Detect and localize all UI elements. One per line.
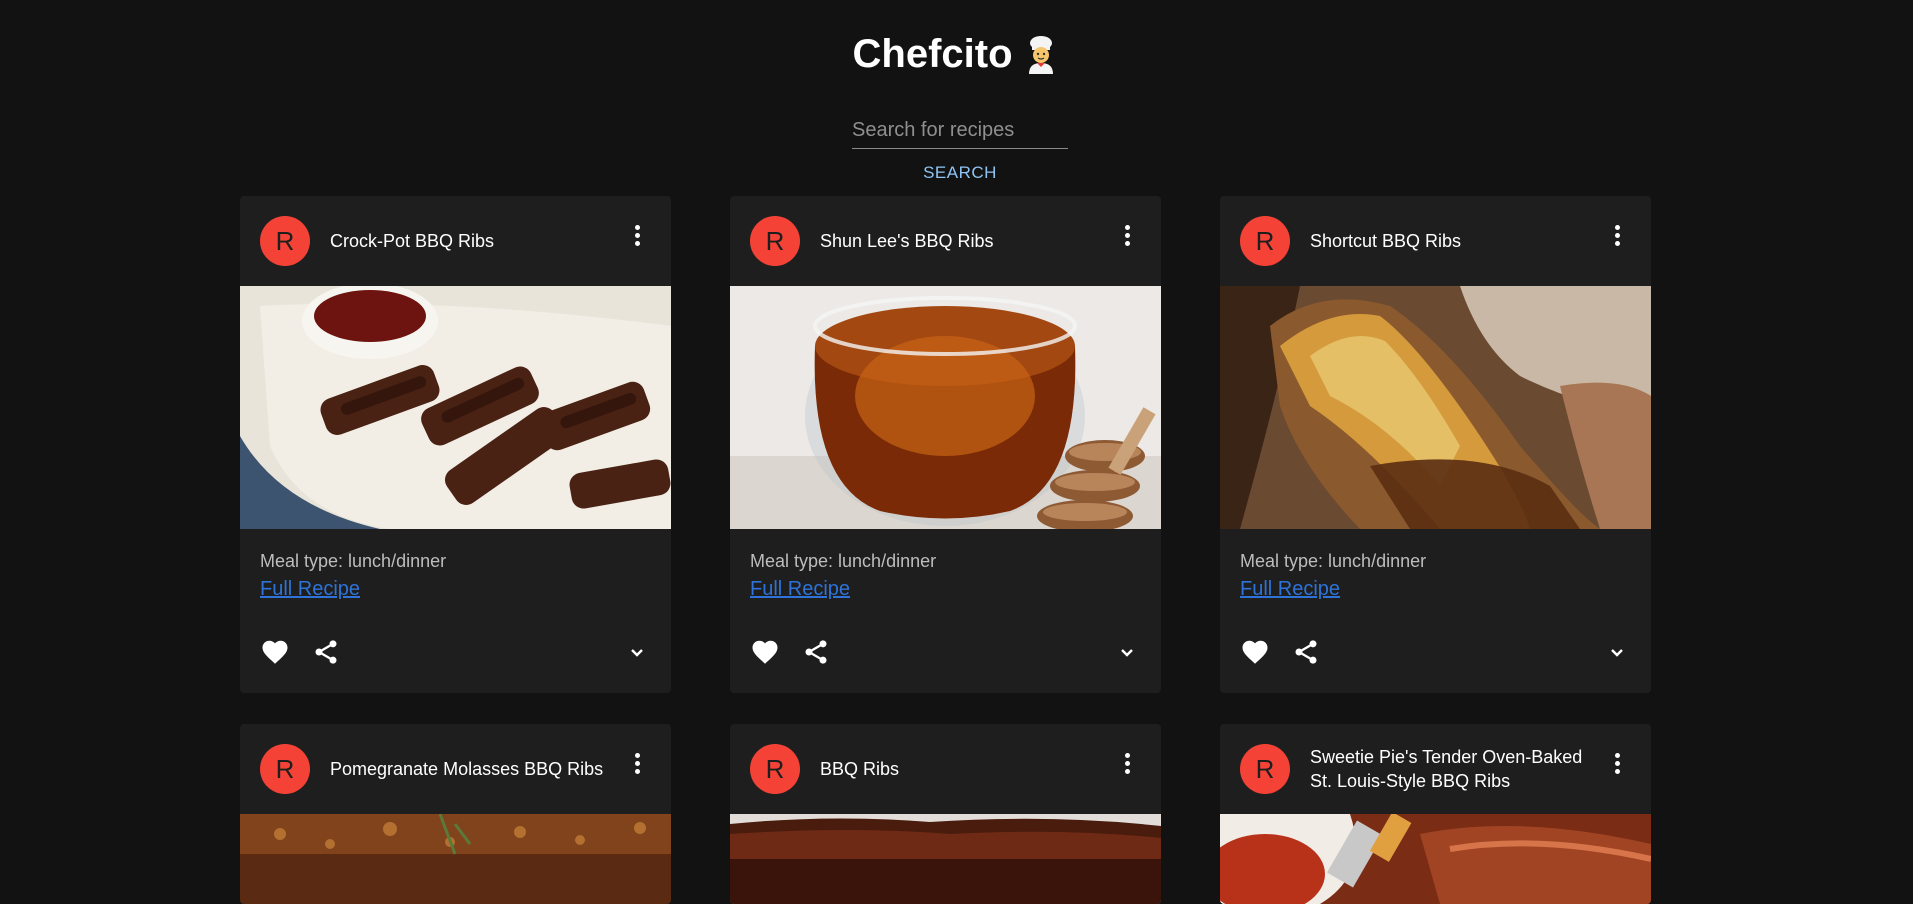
meal-type: Meal type: lunch/dinner (1240, 551, 1427, 571)
card-header: R Sweetie Pie's Tender Oven-Baked St. Lo… (1220, 724, 1651, 814)
recipe-image (730, 814, 1161, 904)
avatar: R (1240, 744, 1290, 794)
chevron-down-icon[interactable] (625, 641, 649, 665)
full-recipe-link[interactable]: Full Recipe (1240, 578, 1340, 601)
recipe-image (730, 286, 1161, 529)
card-content: Meal type: lunch/dinner Full Recipe (240, 529, 671, 692)
avatar: R (750, 744, 800, 794)
more-vert-icon[interactable] (1605, 220, 1629, 250)
more-vert-icon[interactable] (1605, 748, 1629, 778)
chevron-down-icon[interactable] (1115, 641, 1139, 665)
recipe-image (1220, 286, 1651, 529)
meal-type: Meal type: lunch/dinner (750, 551, 937, 571)
card-header: R BBQ Ribs (730, 724, 1161, 814)
meal-type: Meal type: lunch/dinner (260, 551, 447, 571)
recipe-card: R BBQ Ribs (730, 724, 1161, 904)
avatar: R (260, 216, 310, 266)
heart-icon[interactable] (1240, 637, 1270, 667)
card-header: R Shun Lee's BBQ Ribs (730, 196, 1161, 286)
card-title: Crock-Pot BBQ Ribs (330, 231, 495, 251)
recipe-image (1220, 814, 1651, 904)
search-input[interactable] (852, 113, 1068, 149)
more-vert-icon[interactable] (1115, 748, 1139, 778)
more-vert-icon[interactable] (625, 748, 649, 778)
app-title: Chefcito (852, 32, 1013, 76)
card-title: Pomegranate Molasses BBQ Ribs (330, 759, 604, 779)
card-content: Meal type: lunch/dinner Full Recipe (1220, 529, 1651, 692)
card-title: Shun Lee's BBQ Ribs (820, 231, 994, 251)
chef-emoji-icon (1028, 36, 1053, 74)
card-title: Shortcut BBQ Ribs (1310, 231, 1462, 251)
share-icon[interactable] (802, 637, 830, 667)
card-content: Meal type: lunch/dinner Full Recipe (730, 529, 1161, 692)
card-header: R Shortcut BBQ Ribs (1220, 196, 1651, 286)
recipe-card: R Crock-Pot BBQ Ribs Meal type: lunch/di… (240, 196, 671, 693)
full-recipe-link[interactable]: Full Recipe (750, 578, 850, 601)
chevron-down-icon[interactable] (1605, 641, 1629, 665)
title-row: Chefcito (0, 30, 1913, 78)
app-header: Chefcito (0, 0, 1913, 80)
more-vert-icon[interactable] (625, 220, 649, 250)
search-field (852, 113, 1068, 149)
full-recipe-link[interactable]: Full Recipe (260, 578, 360, 601)
search-button[interactable]: SEARCH (903, 160, 1017, 186)
avatar: R (750, 216, 800, 266)
card-title: Sweetie Pie's Tender Oven-Baked St. Loui… (1310, 747, 1583, 791)
share-icon[interactable] (1292, 637, 1320, 667)
recipe-image (240, 814, 671, 904)
share-icon[interactable] (312, 637, 340, 667)
recipe-card: R Shortcut BBQ Ribs Meal type: lunch/din… (1220, 196, 1651, 693)
app-root: Chefcito SEARCH R Crock-Pot BBQ Ribs (0, 0, 1913, 904)
heart-icon[interactable] (260, 637, 290, 667)
more-vert-icon[interactable] (1115, 220, 1139, 250)
avatar: R (260, 744, 310, 794)
heart-icon[interactable] (750, 637, 780, 667)
card-header: R Crock-Pot BBQ Ribs (240, 196, 671, 286)
recipe-card: R Shun Lee's BBQ Ribs Meal type: lunch/d… (730, 196, 1161, 693)
recipe-card: R Sweetie Pie's Tender Oven-Baked St. Lo… (1220, 724, 1651, 904)
card-header: R Pomegranate Molasses BBQ Ribs (240, 724, 671, 814)
recipe-image (240, 286, 671, 529)
avatar: R (1240, 216, 1290, 266)
recipe-card: R Pomegranate Molasses BBQ Ribs (240, 724, 671, 904)
card-title: BBQ Ribs (820, 759, 900, 779)
